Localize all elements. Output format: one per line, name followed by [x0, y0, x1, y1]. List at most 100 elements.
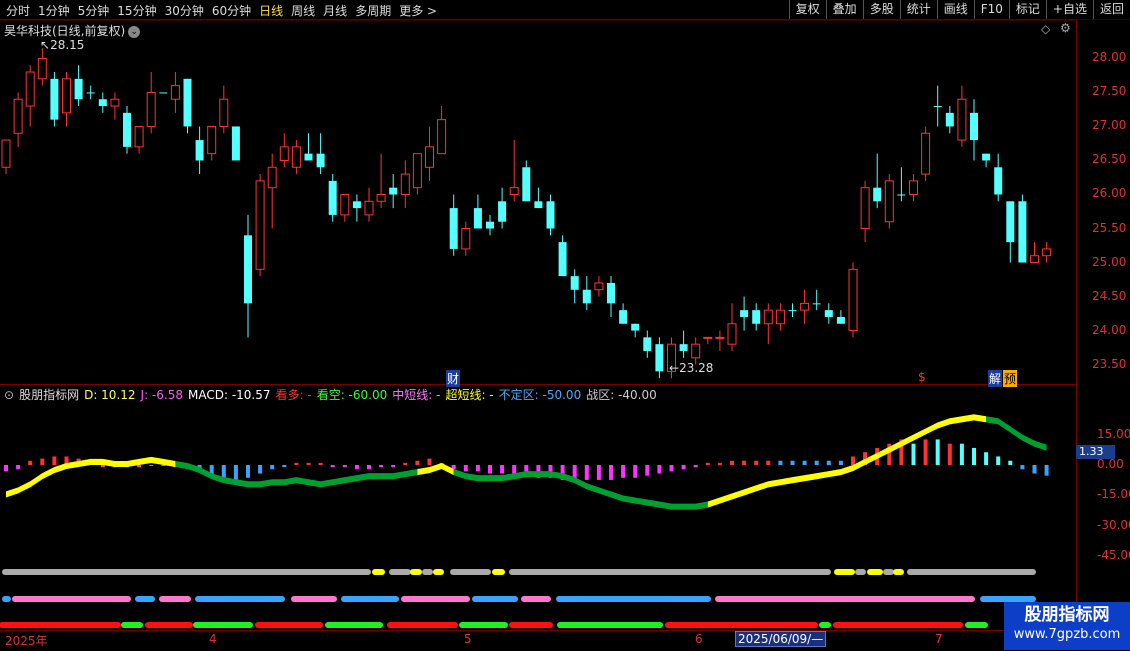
indicator-bar	[754, 460, 759, 465]
indicator-bar	[4, 465, 8, 472]
candle-body	[267, 166, 277, 189]
indicator-bar	[838, 460, 843, 465]
indicator-bar	[645, 465, 650, 476]
indicator-icon[interactable]: ⊙	[4, 388, 14, 402]
indicator-bar	[500, 465, 505, 474]
candle-body	[376, 193, 386, 202]
candle-body	[655, 344, 664, 372]
candle-body	[982, 153, 991, 161]
indicator-bar	[318, 462, 323, 465]
indicator-bar	[693, 465, 698, 468]
indicator-axis-label: 0.00	[1097, 457, 1124, 471]
candle-body	[231, 126, 240, 161]
unlock-marker[interactable]: 解	[988, 370, 1003, 387]
candle-body	[146, 91, 156, 127]
indicator-name[interactable]: 股朋指标网	[19, 388, 79, 402]
indicator-buding: 不定区: -50.00	[498, 388, 582, 402]
candle-body	[1, 139, 11, 168]
indicator-bar	[766, 460, 771, 465]
candle-body	[607, 282, 615, 304]
finance-marker[interactable]: 财	[446, 370, 461, 387]
indicator-bar	[342, 465, 347, 468]
candle-body	[1006, 201, 1015, 243]
candle-body	[304, 153, 313, 161]
candle-body	[244, 235, 252, 304]
price-axis-label: 24.00	[1092, 322, 1127, 337]
candle-body	[909, 180, 918, 195]
candle-body	[763, 309, 773, 325]
indicator-bar	[633, 465, 638, 478]
indicator-bar	[742, 460, 747, 465]
candle-body	[159, 92, 168, 94]
candle-body	[1018, 201, 1027, 263]
candle-body	[279, 146, 289, 161]
indicator-bar	[367, 465, 371, 470]
date-label-apr: 4	[209, 632, 217, 646]
chart-canvas	[0, 19, 1076, 628]
indicator-axis-label: 15.00	[1097, 426, 1130, 441]
indicator-ribbon	[453, 469, 708, 510]
candle-body	[897, 194, 906, 196]
candle-body	[812, 303, 821, 305]
indicator-bar	[1020, 465, 1025, 470]
candle-body	[389, 187, 398, 195]
candle-body	[800, 302, 810, 311]
candle-body	[957, 98, 967, 141]
indicator-bar	[100, 465, 105, 468]
candle-body	[848, 268, 858, 332]
indicator-bar	[826, 460, 831, 465]
indicator-bar	[984, 452, 989, 465]
candle-body	[679, 344, 688, 351]
indicator-bar	[415, 460, 420, 465]
indicator-bar	[996, 456, 1001, 465]
indicator-bar	[1032, 465, 1037, 474]
indicator-bar	[972, 447, 976, 465]
date-label-jul: 7	[935, 632, 943, 646]
indicator-zhanqu: 战区: -40.00	[586, 388, 657, 402]
indicator-bar	[814, 460, 819, 465]
indicator-ribbon	[707, 414, 987, 508]
indicator-bar	[28, 460, 33, 465]
candle-body	[316, 153, 325, 168]
candle-body	[643, 337, 652, 351]
indicator-bar	[52, 456, 57, 465]
indicator-bar	[911, 443, 916, 465]
price-axis-label: 27.00	[1092, 118, 1127, 133]
candle-body	[207, 125, 217, 155]
indicator-bar	[149, 465, 154, 466]
indicator-bar	[294, 462, 299, 465]
candle-body	[13, 98, 23, 134]
candle-body	[558, 242, 567, 277]
price-axis-label: 26.50	[1092, 152, 1127, 167]
indicator-bar	[258, 465, 263, 474]
high-marker: ↖28.15	[40, 38, 85, 52]
indicator-bar	[717, 462, 722, 465]
date-label-jun: 6	[695, 632, 703, 646]
forecast-marker[interactable]: 预	[1003, 370, 1018, 387]
indicator-bar	[270, 465, 275, 470]
indicator-bar	[778, 460, 783, 465]
candle-body	[437, 119, 447, 155]
price-axis-label: 23.50	[1092, 356, 1127, 371]
indicator-bar	[354, 465, 359, 470]
indicator-d: D: 10.12	[84, 388, 136, 402]
price-axis-label: 27.50	[1092, 84, 1127, 99]
indicator-bar	[427, 458, 432, 465]
indicator-kanduo: 看多: -	[275, 388, 312, 402]
indicator-bar	[1044, 465, 1049, 476]
indicator-bar	[246, 465, 250, 478]
indicator-bar	[330, 465, 335, 468]
candle-body	[425, 146, 434, 168]
candle-body	[740, 310, 749, 317]
indicator-j: J: -6.58	[140, 388, 183, 402]
dollar-marker[interactable]: $	[918, 370, 926, 384]
watermark: 股朋指标网 www.7gpzb.com	[1004, 602, 1130, 650]
candle-body	[25, 71, 35, 107]
indicator-bar	[851, 456, 855, 465]
candle-body	[921, 132, 931, 175]
candle-body	[1030, 255, 1039, 264]
indicator-bar	[584, 465, 589, 480]
candle-body	[619, 310, 628, 324]
price-axis-label: 26.00	[1092, 186, 1127, 201]
candle-body	[691, 343, 701, 359]
